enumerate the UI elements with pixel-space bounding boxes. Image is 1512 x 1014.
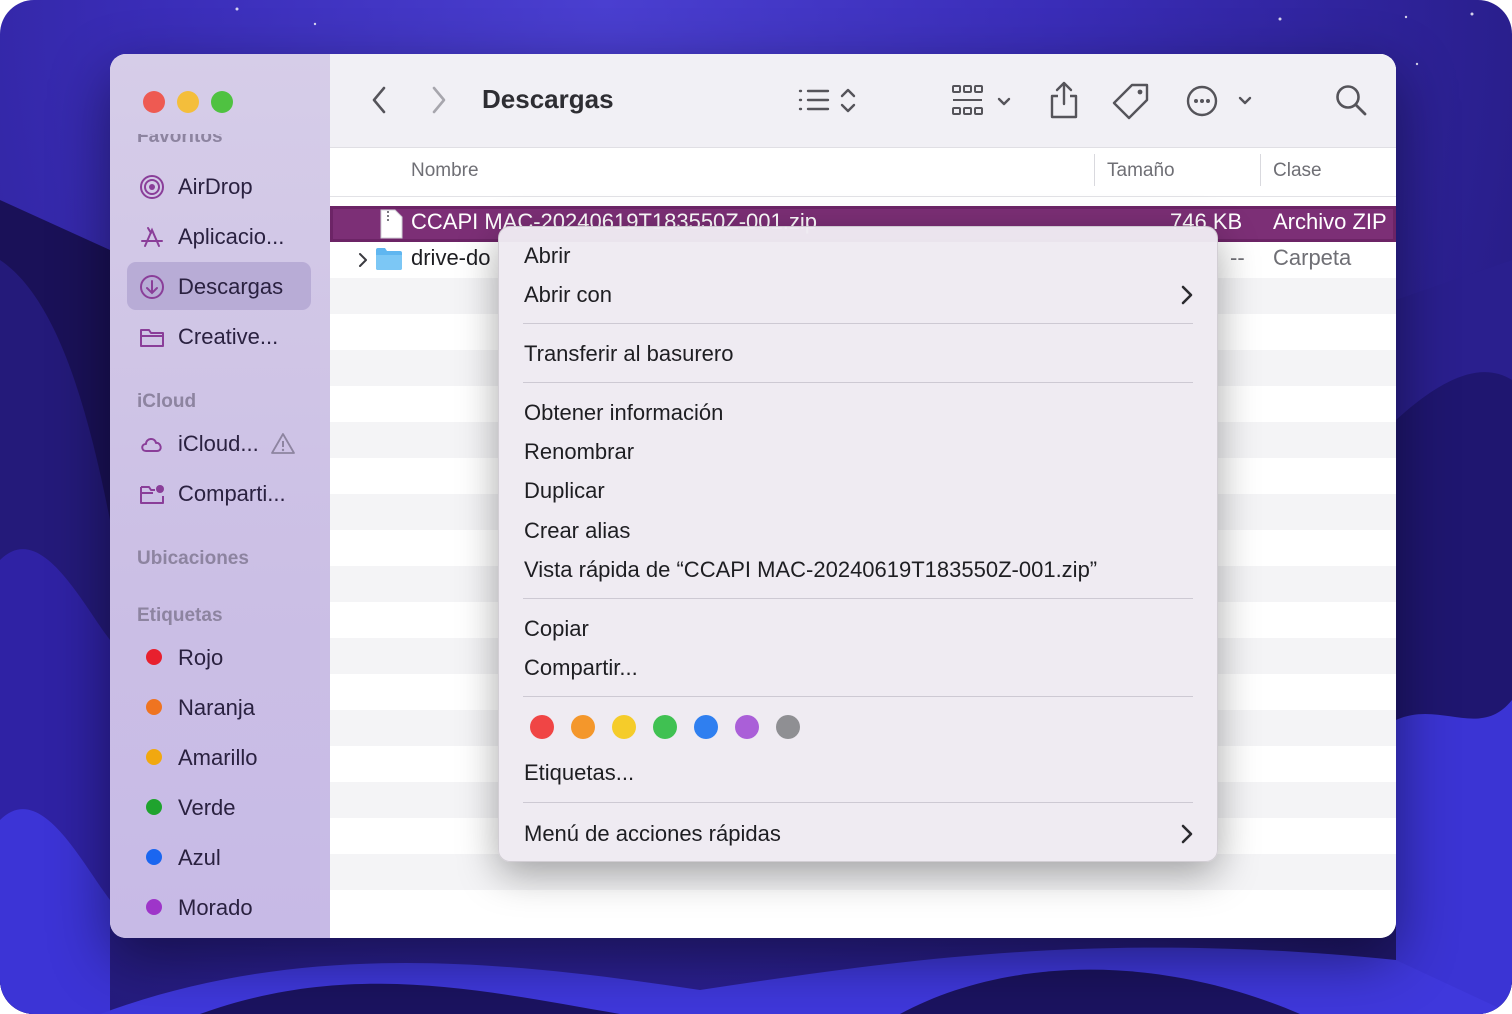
tag-color-blue-button[interactable] — [694, 715, 718, 739]
menu-item-tags[interactable]: Etiquetas... — [524, 760, 634, 786]
zip-file-icon — [380, 209, 403, 239]
chevron-right-icon — [1181, 285, 1193, 305]
tag-color-dot — [146, 799, 162, 815]
tag-color-purple-button[interactable] — [735, 715, 759, 739]
folder-icon — [376, 248, 402, 270]
sidebar-item-label: Naranja — [178, 695, 256, 720]
sidebar-item-downloads[interactable]: Descargas — [127, 262, 311, 310]
sidebar-item-airdrop[interactable]: AirDrop — [127, 162, 311, 210]
column-header-size[interactable]: Tamaño — [1107, 160, 1175, 182]
sidebar-item-label: Azul — [178, 845, 221, 870]
tag-icon[interactable] — [1112, 82, 1150, 120]
menu-item-get-info[interactable]: Obtener información — [524, 400, 723, 426]
close-window-button[interactable] — [143, 91, 165, 113]
toolbar: Descargas — [330, 54, 1396, 148]
sidebar-item-shared[interactable]: Comparti... — [127, 469, 311, 517]
icloud-icon — [141, 438, 162, 452]
search-icon[interactable] — [1333, 82, 1369, 118]
file-size: -- — [1230, 245, 1245, 270]
sidebar-item-icloud-drive[interactable]: iCloud... — [127, 419, 311, 467]
back-button[interactable] — [368, 84, 390, 116]
sidebar-item-label: iCloud... — [178, 431, 259, 456]
file-kind: Archivo ZIP — [1273, 209, 1387, 234]
sidebar-item-label: Rojo — [178, 645, 224, 670]
tag-color-gray-button[interactable] — [776, 715, 800, 739]
menu-item-open[interactable]: Abrir — [524, 243, 570, 269]
sidebar-tag-purple[interactable]: Morado — [127, 883, 311, 931]
folder-icon — [140, 329, 164, 347]
forward-button[interactable] — [428, 84, 450, 116]
sidebar: Favoritos AirDrop Aplicacio... Descargas — [110, 54, 330, 938]
share-icon[interactable] — [1048, 80, 1080, 120]
menu-item-quick-actions[interactable]: Menú de acciones rápidas — [524, 821, 1194, 847]
menu-separator — [523, 696, 1193, 697]
menu-item-duplicate[interactable]: Duplicar — [524, 478, 605, 504]
menu-item-quick-look[interactable]: Vista rápida de “CCAPI MAC-20240619T1835… — [524, 557, 1097, 583]
tags-section-title: Etiquetas — [137, 605, 223, 626]
file-kind: Carpeta — [1273, 245, 1352, 270]
menu-item-rename[interactable]: Renombrar — [524, 439, 634, 465]
airdrop-icon — [140, 175, 164, 199]
applications-icon — [141, 227, 163, 247]
tag-color-dot — [146, 649, 162, 665]
context-menu: Abrir Abrir con Transferir al basurero O… — [498, 226, 1218, 862]
sidebar-tag-yellow[interactable]: Amarillo — [127, 733, 311, 781]
tag-color-yellow-button[interactable] — [612, 715, 636, 739]
more-actions-button[interactable] — [1186, 84, 1256, 118]
sidebar-tag-orange[interactable]: Naranja — [127, 683, 311, 731]
column-header-name[interactable]: Nombre — [411, 160, 479, 182]
sidebar-tag-green[interactable]: Verde — [127, 783, 311, 831]
sidebar-item-label: Descargas — [178, 274, 284, 299]
sidebar-item-label: Comparti... — [178, 481, 286, 506]
tag-color-green-button[interactable] — [653, 715, 677, 739]
tag-color-dot — [146, 849, 162, 865]
chevron-right-icon — [1181, 824, 1193, 844]
tag-color-orange-button[interactable] — [571, 715, 595, 739]
icloud-section-title: iCloud — [137, 391, 197, 412]
menu-separator — [523, 802, 1193, 803]
menu-item-open-with[interactable]: Abrir con — [524, 282, 1194, 308]
menu-separator — [523, 382, 1193, 383]
shared-folder-icon — [140, 485, 164, 504]
minimize-window-button[interactable] — [177, 91, 199, 113]
locations-section-title: Ubicaciones — [137, 548, 249, 569]
menu-separator — [523, 598, 1193, 599]
file-name: drive-do — [411, 245, 491, 270]
sidebar-item-creative[interactable]: Creative... — [127, 312, 311, 360]
sidebar-item-applications[interactable]: Aplicacio... — [127, 212, 311, 260]
column-divider[interactable] — [1260, 154, 1261, 186]
menu-item-copy[interactable]: Copiar — [524, 616, 589, 642]
sidebar-item-label: Creative... — [178, 324, 279, 349]
menu-separator — [523, 323, 1193, 324]
sidebar-item-label: Aplicacio... — [178, 224, 285, 249]
warning-icon — [271, 433, 295, 454]
empty-row — [330, 890, 1396, 926]
tag-color-red-button[interactable] — [530, 715, 554, 739]
menu-item-move-to-trash[interactable]: Transferir al basurero — [524, 341, 733, 367]
tag-color-dot — [146, 749, 162, 765]
sidebar-item-label: AirDrop — [178, 174, 253, 199]
sidebar-item-label: Amarillo — [178, 745, 258, 770]
column-divider[interactable] — [1094, 154, 1095, 186]
column-header-kind[interactable]: Clase — [1273, 160, 1322, 182]
tag-color-dot — [146, 899, 162, 915]
list-view-toggle[interactable] — [798, 86, 860, 116]
window-title: Descargas — [482, 84, 614, 114]
favorites-section-title: Favoritos — [137, 134, 223, 147]
sidebar-tag-red[interactable]: Rojo — [127, 633, 311, 681]
zoom-window-button[interactable] — [211, 91, 233, 113]
group-view-button[interactable] — [952, 84, 1036, 118]
downloads-icon — [140, 275, 164, 299]
tag-color-dot — [146, 699, 162, 715]
sidebar-item-label: Morado — [178, 895, 253, 920]
sidebar-item-label: Verde — [178, 795, 236, 820]
sidebar-tag-blue[interactable]: Azul — [127, 833, 311, 881]
column-header-bar: Nombre Tamaño Clase — [330, 148, 1396, 197]
menu-item-label: Menú de acciones rápidas — [524, 821, 781, 846]
menu-item-label: Abrir con — [524, 282, 613, 307]
menu-item-share[interactable]: Compartir... — [524, 655, 638, 681]
disclosure-chevron-icon[interactable] — [357, 252, 369, 268]
menu-item-make-alias[interactable]: Crear alias — [524, 518, 630, 544]
